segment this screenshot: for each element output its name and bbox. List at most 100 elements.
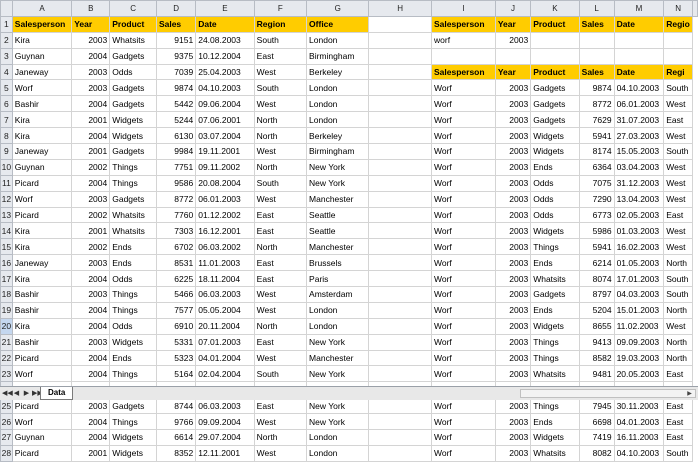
result-table-cell[interactable]: East [663,206,693,224]
result-table-cell[interactable]: 5204 [578,301,615,319]
criteria-value-cell[interactable]: worf [431,31,496,49]
empty-cell[interactable] [368,190,432,208]
empty-cell[interactable] [368,111,432,129]
result-table-cell[interactable]: East [663,365,693,383]
row-header[interactable]: 1 [0,15,13,33]
empty-cell[interactable] [368,270,432,288]
result-table-cell[interactable]: 31.12.2003 [613,174,665,192]
left-table-cell[interactable]: London [306,95,370,113]
result-table-cell[interactable]: Things [530,333,580,351]
result-table-cell[interactable]: 27.03.2003 [613,127,665,145]
left-table-cell[interactable]: West [253,301,308,319]
result-table-cell[interactable]: 2003 [494,301,532,319]
left-table-cell[interactable]: 6614 [155,429,197,446]
left-table-cell[interactable]: Things [109,301,157,319]
result-table-cell[interactable]: South [663,79,693,97]
result-table-cell[interactable]: 8772 [578,95,615,113]
left-table-cell[interactable]: West [253,286,308,303]
left-table-cell[interactable]: Bashir [11,286,73,303]
left-table-cell[interactable]: 9375 [155,47,197,65]
result-table-cell[interactable]: Widgets [530,429,580,446]
column-header-e[interactable]: E [195,0,255,17]
left-table-cell[interactable]: 2004 [71,127,111,145]
left-table-cell[interactable]: 7751 [155,158,197,176]
result-header-cell[interactable]: Regi [663,63,693,81]
result-table-cell[interactable]: West [663,158,693,176]
result-table-cell[interactable]: 8655 [578,317,615,335]
empty-cell[interactable] [368,79,432,97]
result-table-cell[interactable]: Things [530,397,580,415]
result-table-cell[interactable]: 2003 [494,206,532,224]
left-table-cell[interactable]: Ends [109,254,157,272]
left-table-cell[interactable]: Odds [109,270,157,288]
left-table-cell[interactable]: Seattle [306,222,370,240]
row-header[interactable]: 4 [0,63,13,81]
empty-cell[interactable] [368,127,432,145]
result-table-cell[interactable]: 15.01.2003 [613,301,665,319]
left-table-cell[interactable]: Berkeley [306,127,370,145]
left-table-cell[interactable]: Seattle [306,206,370,224]
result-table-cell[interactable]: Gadgets [530,111,580,129]
result-table-cell[interactable]: Widgets [530,127,580,145]
left-table-cell[interactable]: Whatsits [109,31,157,49]
result-table-cell[interactable]: 04.01.2003 [613,413,665,431]
left-table-cell[interactable]: Ends [109,349,157,367]
left-table-cell[interactable]: 20.11.2004 [195,317,255,335]
left-table-cell[interactable]: 06.03.2002 [195,238,255,256]
left-table-cell[interactable]: 19.11.2001 [195,143,255,160]
left-table-cell[interactable]: Gadgets [109,397,157,415]
result-table-cell[interactable]: Ends [530,254,580,272]
result-table-cell[interactable]: Whatsits [530,365,580,383]
left-table-cell[interactable]: Picard [11,444,73,462]
result-table-cell[interactable]: 7075 [578,174,615,192]
result-table-cell[interactable]: Worf [431,143,496,160]
left-table-cell[interactable]: Widgets [109,429,157,446]
result-table-cell[interactable]: 2003 [494,333,532,351]
left-table-cell[interactable]: Kira [11,222,73,240]
criteria-header-cell[interactable]: Sales [578,15,615,33]
criteria-header-cell[interactable]: Salesperson [431,15,496,33]
result-table-cell[interactable]: 2003 [494,190,532,208]
left-table-cell[interactable]: Manchester [306,349,370,367]
left-table-cell[interactable]: Bashir [11,95,73,113]
empty-cell[interactable] [368,254,432,272]
result-table-cell[interactable]: Ends [530,413,580,431]
result-table-cell[interactable]: Worf [431,301,496,319]
empty-cell[interactable] [368,413,432,431]
row-header[interactable]: 21 [0,333,13,351]
left-table-cell[interactable]: 5244 [155,111,197,129]
left-table-cell[interactable]: East [253,206,308,224]
empty-cell[interactable] [368,429,432,446]
result-table-cell[interactable]: 2003 [494,127,532,145]
column-header-n[interactable]: N [663,0,693,17]
left-table-cell[interactable]: 2003 [71,63,111,81]
left-table-cell[interactable]: 5466 [155,286,197,303]
left-table-cell[interactable]: Widgets [109,127,157,145]
result-table-cell[interactable]: West [663,317,693,335]
left-table-cell[interactable]: 2003 [71,397,111,415]
result-header-cell[interactable]: Year [494,63,532,81]
left-table-cell[interactable]: 2002 [71,206,111,224]
left-table-cell[interactable]: North [253,111,308,129]
left-table-cell[interactable]: 2001 [71,143,111,160]
left-table-cell[interactable]: Janeway [11,63,73,81]
criteria-value-cell[interactable] [663,31,693,49]
left-table-cell[interactable]: Whatsits [109,206,157,224]
result-table-cell[interactable]: Whatsits [530,444,580,462]
left-table-cell[interactable]: 2004 [71,174,111,192]
result-table-cell[interactable]: 30.11.2003 [613,397,665,415]
left-table-cell[interactable]: Bashir [11,301,73,319]
left-table-cell[interactable]: Worf [11,190,73,208]
left-table-cell[interactable]: 5331 [155,333,197,351]
left-table-cell[interactable]: 2004 [71,429,111,446]
result-table-cell[interactable]: West [663,127,693,145]
criteria-value-cell[interactable] [613,31,665,49]
left-table-cell[interactable]: 06.03.2003 [195,286,255,303]
result-table-cell[interactable]: 06.01.2003 [613,95,665,113]
row-header[interactable]: 3 [0,47,13,65]
left-table-cell[interactable]: 2004 [71,365,111,383]
result-table-cell[interactable]: Widgets [530,317,580,335]
result-table-cell[interactable]: 6364 [578,158,615,176]
left-table-cell[interactable]: 07.06.2001 [195,111,255,129]
left-table-cell[interactable]: West [253,413,308,431]
